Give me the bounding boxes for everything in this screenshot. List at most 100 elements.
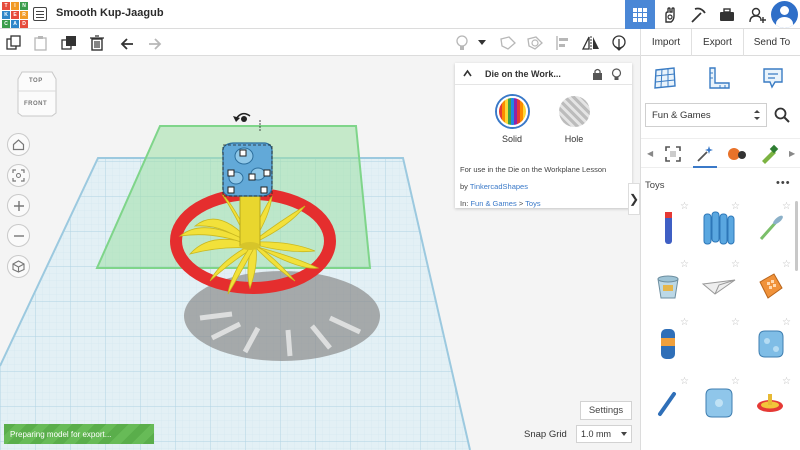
send-to-tab[interactable]: Send To	[743, 29, 800, 56]
shape-tile-die-2[interactable]: ☆	[695, 374, 743, 431]
selected-die[interactable]	[222, 142, 273, 197]
import-tab[interactable]: Import	[640, 29, 691, 56]
show-all-button[interactable]	[452, 33, 472, 53]
favorite-star-icon[interactable]: ☆	[680, 318, 689, 328]
invite-button[interactable]	[743, 0, 773, 29]
subcategory-toys[interactable]	[691, 141, 719, 168]
zoom-out-button[interactable]	[7, 224, 30, 247]
favorite-star-icon[interactable]: ☆	[680, 377, 689, 387]
fit-view-button[interactable]	[7, 164, 30, 187]
fit-all-icon	[12, 169, 25, 182]
shape-name[interactable]: Die on the Work...	[485, 69, 561, 79]
shape-tile-soda-can[interactable]: ☆	[644, 315, 692, 372]
collapse-caret-icon[interactable]	[463, 69, 472, 78]
visibility-bulb-icon[interactable]	[611, 68, 622, 81]
delete-button[interactable]	[87, 33, 107, 53]
subcategory-link[interactable]: Toys	[525, 199, 540, 208]
blue-die-icon	[758, 330, 784, 357]
hole-swatch[interactable]	[558, 96, 590, 127]
logo-letter: R	[20, 11, 28, 19]
shape-tile-paper-plane[interactable]: ☆	[695, 257, 743, 314]
subcategory-tools[interactable]	[755, 141, 783, 167]
favorite-star-icon[interactable]: ☆	[680, 202, 689, 212]
copy-button[interactable]	[4, 33, 24, 53]
perspective-button[interactable]	[7, 255, 30, 278]
favorite-star-icon[interactable]: ☆	[731, 202, 740, 212]
shape-tile-die[interactable]: ☆	[746, 315, 794, 372]
shape-tile-calculator[interactable]: ☆	[746, 257, 794, 314]
favorite-star-icon[interactable]: ☆	[782, 202, 791, 212]
shape-tile-stick[interactable]: ☆	[644, 374, 692, 431]
minus-icon	[13, 234, 24, 237]
lightbulb-icon	[456, 35, 468, 50]
category-prefix: In:	[460, 199, 469, 208]
favorite-star-icon[interactable]: ☆	[731, 377, 740, 387]
pickaxe-icon	[691, 7, 706, 23]
undo-button[interactable]	[117, 33, 137, 53]
mirror-button[interactable]	[581, 33, 601, 53]
collapse-panel-button[interactable]: ❯	[628, 183, 640, 215]
shape-search-button[interactable]	[769, 103, 795, 127]
shape-tile-crayons[interactable]: ☆	[695, 199, 743, 256]
favorite-star-icon[interactable]: ☆	[680, 260, 689, 270]
favorite-star-icon[interactable]: ☆	[782, 318, 791, 328]
snap-grid-label: Snap Grid	[524, 429, 567, 440]
shape-tile-empty[interactable]: ☆	[695, 315, 743, 372]
tab-basic-shapes[interactable]	[651, 64, 679, 92]
shape-tile-pencil[interactable]: ☆	[644, 199, 692, 256]
duplicate-button[interactable]	[59, 33, 79, 53]
design-title[interactable]: Smooth Kup-Jaagub	[56, 7, 164, 19]
chevron-right-small-icon[interactable]: ▶	[789, 149, 795, 158]
logo-letter: A	[11, 20, 19, 28]
view-cube-front[interactable]: FRONT	[24, 101, 47, 107]
favorite-star-icon[interactable]: ☆	[731, 318, 740, 328]
learn-button[interactable]	[683, 0, 713, 29]
perspective-cube-icon	[12, 260, 25, 273]
snap-grid-select[interactable]: 1.0 mm	[576, 425, 632, 443]
gallery-button[interactable]	[655, 0, 685, 29]
tab-ruler[interactable]	[705, 64, 733, 92]
tinkercad-logo[interactable]: T I N K E R C A D	[2, 2, 28, 28]
paste-button[interactable]	[31, 33, 51, 53]
ungroup-button[interactable]	[525, 33, 545, 53]
shape-category-select[interactable]: Fun & Games	[645, 103, 767, 127]
redo-button[interactable]	[145, 33, 165, 53]
shape-tile-spinning-top[interactable]: ☆	[746, 374, 794, 431]
hole-option[interactable]: Hole	[544, 96, 604, 144]
solid-swatch[interactable]	[496, 96, 528, 127]
design-menu-icon[interactable]	[33, 7, 47, 21]
workplane[interactable]: TOP FRONT Die on the Work... Solid Hole …	[0, 56, 640, 450]
settings-button[interactable]: Settings	[580, 401, 632, 420]
favorite-star-icon[interactable]: ☆	[731, 260, 740, 270]
cruise-button[interactable]	[609, 33, 629, 53]
lock-icon[interactable]	[592, 68, 603, 80]
shape-tile-propeller[interactable]: ☆	[746, 199, 794, 256]
avatar[interactable]	[771, 1, 798, 28]
grid-view-button[interactable]	[625, 0, 655, 29]
author-link[interactable]: TinkercadShapes	[470, 182, 528, 191]
export-tab[interactable]: Export	[691, 29, 743, 56]
category-link[interactable]: Fun & Games	[470, 199, 516, 208]
favorite-star-icon[interactable]: ☆	[782, 377, 791, 387]
subcategory-sports[interactable]	[723, 141, 751, 167]
shapes-panel: Fun & Games ◀ ▶ Toys ••• ☆ ☆ ☆ ☆ ☆ ☆ ☆ ☆…	[640, 56, 800, 450]
align-button[interactable]	[553, 33, 573, 53]
shape-tile-bucket[interactable]: ☆	[644, 257, 692, 314]
calculator-icon	[759, 272, 783, 299]
subcategory-frame[interactable]	[659, 141, 687, 167]
home-view-button[interactable]	[7, 133, 30, 156]
panel-scrollbar[interactable]	[795, 201, 798, 271]
view-cube-top[interactable]: TOP	[29, 78, 43, 84]
classes-button[interactable]	[712, 0, 742, 29]
view-cube[interactable]: TOP FRONT	[17, 71, 57, 117]
favorite-star-icon[interactable]: ☆	[782, 260, 791, 270]
show-all-dropdown[interactable]	[475, 33, 489, 53]
chevron-left-icon[interactable]: ◀	[647, 149, 653, 158]
zoom-in-button[interactable]	[7, 194, 30, 217]
tab-notes[interactable]	[759, 64, 787, 92]
group-button[interactable]	[498, 33, 518, 53]
duplicate-icon	[61, 36, 76, 50]
more-options-button[interactable]: •••	[776, 177, 791, 189]
solid-color-option[interactable]: Solid	[482, 96, 542, 144]
home-icon	[12, 139, 25, 151]
